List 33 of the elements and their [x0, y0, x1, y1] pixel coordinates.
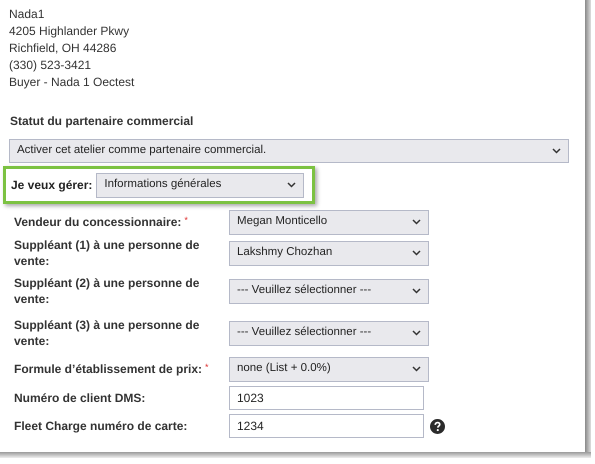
dropdown[interactable]: none (List + 0.0%)	[229, 356, 429, 382]
dropdown[interactable]: --- Veuillez sélectionner ---	[229, 278, 429, 304]
address-line: (330) 523-3421	[9, 57, 92, 74]
chevron-down-icon	[412, 366, 421, 372]
section-title: Statut du partenaire commercial	[10, 114, 194, 128]
field-label: Formule d’établissement de prix:	[14, 361, 202, 377]
chevron-down-icon	[552, 148, 561, 154]
address-line: Buyer - Nada 1 Oectest	[9, 74, 134, 91]
chevron-down-icon	[412, 250, 421, 256]
field-label: Fleet Charge numéro de carte:	[14, 418, 188, 434]
address-line: 4205 Highlander Pkwy	[9, 23, 130, 40]
chevron-down-icon	[412, 330, 421, 336]
field-label: Numéro de client DMS:	[14, 390, 146, 406]
dropdown[interactable]: --- Veuillez sélectionner ---	[229, 320, 429, 346]
input-field[interactable]: 1023	[229, 386, 424, 410]
help-icon[interactable]	[430, 418, 445, 434]
field-label: Vendeur du concessionnaire:	[14, 214, 182, 230]
chevron-down-icon	[287, 182, 296, 188]
chevron-down-icon	[412, 219, 421, 225]
field-label: Suppléant (2) à une personne de vente:	[14, 275, 200, 307]
chevron-down-icon	[412, 288, 421, 294]
field-label: Suppléant (3) à une personne de vente:	[14, 317, 200, 349]
input-field[interactable]: 1234	[229, 414, 424, 438]
address-line: Nada1	[9, 6, 44, 23]
required-mark: *	[184, 214, 188, 226]
dropdown[interactable]: Megan Monticello	[229, 210, 429, 234]
dropdown[interactable]: Informations générales	[96, 172, 304, 198]
dropdown[interactable]: Lakshmy Chozhan	[229, 240, 429, 266]
required-mark: *	[205, 361, 209, 373]
field-label: Suppléant (1) à une personne de vente:	[14, 237, 200, 269]
manage-label: Je veux gérer:	[11, 177, 92, 194]
dropdown[interactable]: Activer cet atelier comme partenaire commercial.	[9, 139, 569, 163]
address-line: Richfield, OH 44286	[9, 40, 116, 57]
